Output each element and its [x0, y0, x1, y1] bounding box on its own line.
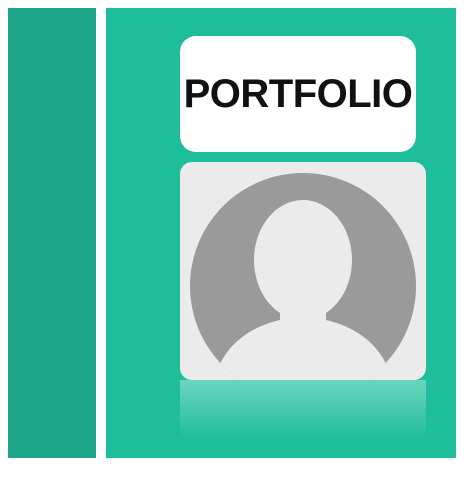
photo-reflection — [180, 380, 426, 440]
book-spine — [8, 8, 96, 458]
title-box: PORTFOLIO — [180, 36, 416, 152]
bottom-margin — [0, 478, 472, 485]
profile-photo-frame — [180, 162, 426, 380]
author-name: Paitoon Mungphia — [238, 456, 368, 473]
spine-divider — [96, 0, 106, 485]
person-silhouette-icon — [190, 173, 416, 380]
cover-title: PORTFOLIO — [183, 71, 413, 116]
portfolio-cover: PORTFOLIO Paitoon Mungphia — [0, 0, 472, 485]
